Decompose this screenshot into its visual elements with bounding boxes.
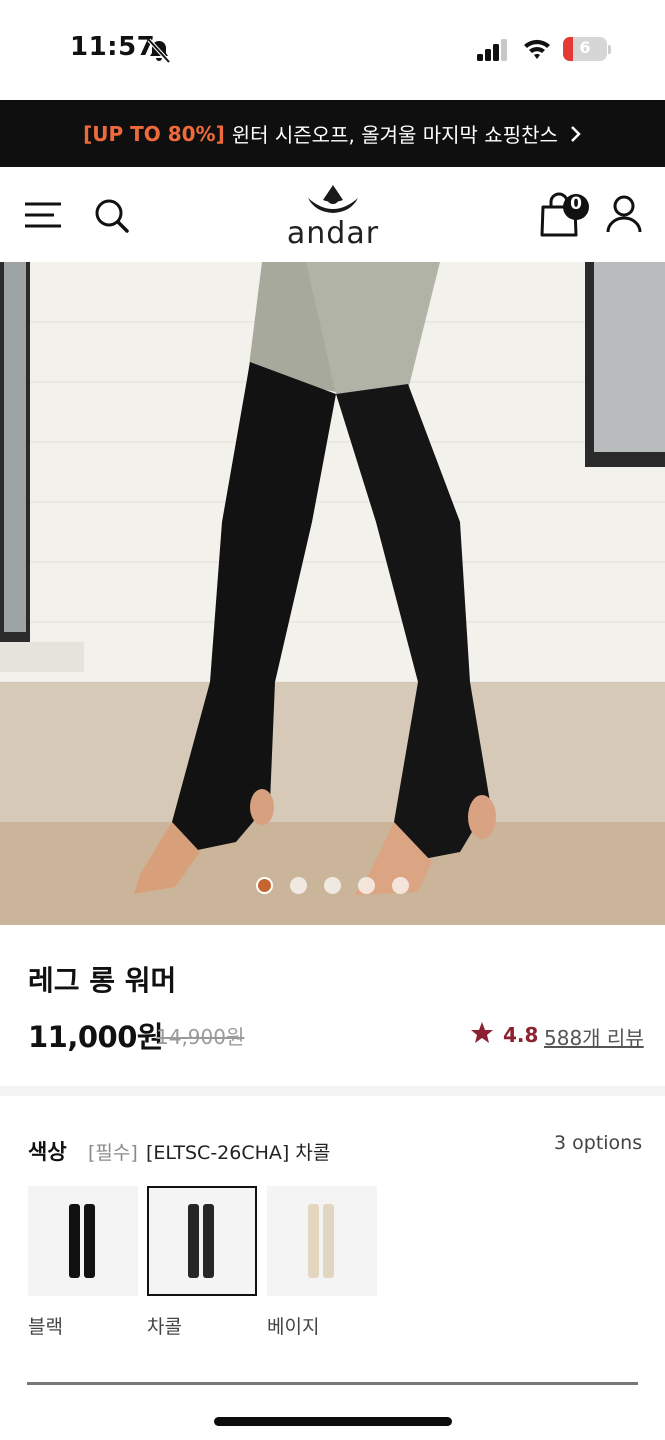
swatch-label-charcoal: 차콜 (147, 1316, 182, 1338)
promo-banner[interactable]: [UP TO 80%] 윈터 시즌오프, 올겨울 마지막 쇼핑찬스 (0, 100, 665, 167)
black-leg-warmer-thumbnail (69, 1204, 95, 1278)
swatch-label-black: 블랙 (28, 1316, 63, 1338)
swatch-black[interactable] (28, 1186, 138, 1296)
status-time: 11:57 (70, 32, 156, 62)
rating-value: 4.8 (503, 1023, 539, 1047)
option-count: 3 options (554, 1132, 643, 1154)
logo-mark-icon (308, 185, 358, 213)
star-icon (471, 1022, 493, 1043)
beige-leg-warmer-thumbnail (308, 1204, 334, 1278)
battery-cap (608, 45, 611, 54)
swatch-charcoal[interactable] (147, 1186, 257, 1296)
menu-icon[interactable] (24, 199, 62, 231)
signal-icon (477, 39, 507, 61)
promo-text: 윈터 시즌오프, 올겨울 마지막 쇼핑찬스 (231, 123, 558, 147)
sale-price: 11,000원 (28, 1020, 164, 1054)
product-hero-image[interactable] (0, 262, 665, 925)
battery-level: 6 (579, 38, 591, 57)
product-name: 레그 롱 워머 (28, 964, 177, 997)
carousel-dot[interactable] (324, 877, 341, 894)
cart-count-badge: 0 (570, 194, 582, 214)
user-icon[interactable] (606, 194, 642, 234)
carousel-dot[interactable] (358, 877, 375, 894)
carousel-dot[interactable] (290, 877, 307, 894)
section-divider (0, 1086, 665, 1096)
option-required: [필수] (88, 1142, 138, 1164)
chevron-right-icon (571, 125, 581, 142)
andar-logo[interactable]: andar (283, 182, 383, 251)
charcoal-leg-warmer-thumbnail (188, 1204, 214, 1278)
logo-text: andar (286, 216, 380, 251)
carousel-dot-active[interactable] (256, 877, 273, 894)
search-icon[interactable] (93, 196, 131, 236)
bottom-divider (27, 1382, 638, 1385)
bell-slash-icon (147, 38, 171, 64)
promo-highlight: [UP TO 80%] (83, 121, 225, 146)
swatch-label-beige: 베이지 (267, 1316, 320, 1338)
product-photo (0, 262, 665, 925)
review-count-link[interactable]: 588개 리뷰 (544, 1022, 644, 1051)
swatch-beige[interactable] (267, 1186, 377, 1296)
wifi-icon (524, 39, 550, 59)
home-indicator[interactable] (214, 1417, 452, 1426)
carousel-dot[interactable] (392, 877, 409, 894)
original-price: 14,900원 (156, 1025, 245, 1049)
option-label: 색상 (28, 1140, 67, 1164)
status-bar: 11:57 6 (0, 0, 665, 100)
carousel-dots (0, 877, 665, 895)
option-selected-value: [ELTSC-26CHA] 차콜 (146, 1142, 331, 1164)
battery-icon: 6 (563, 37, 607, 61)
